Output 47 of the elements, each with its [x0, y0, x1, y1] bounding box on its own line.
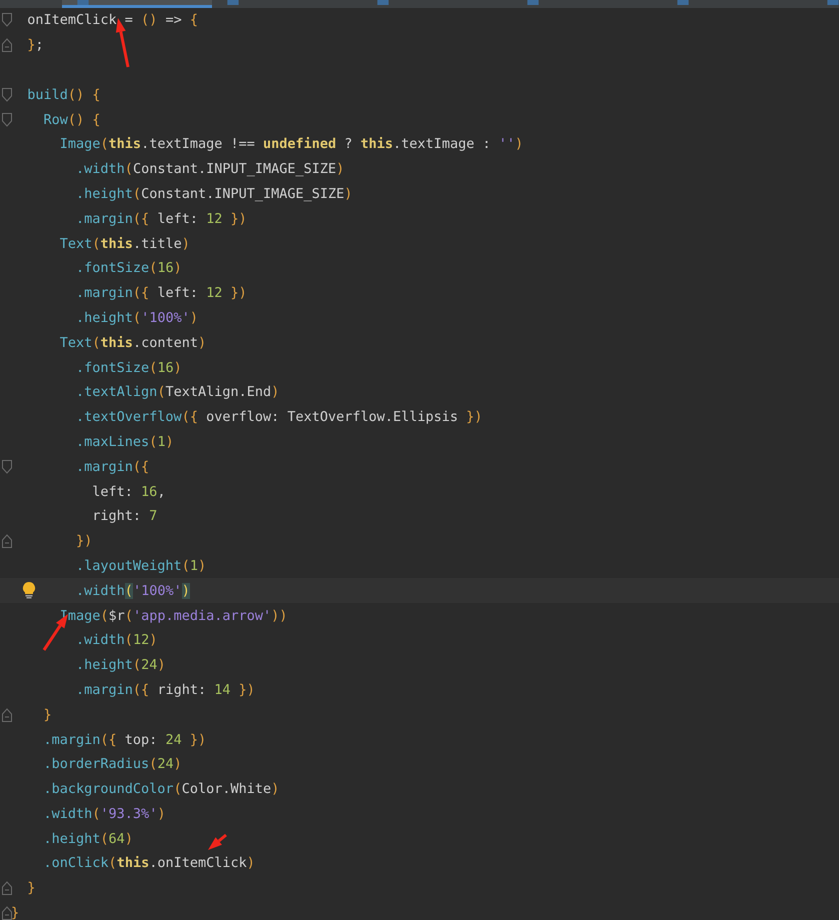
- code-line: .width('93.3%'): [42, 804, 166, 823]
- code-line: }): [75, 532, 92, 550]
- fold-icon[interactable]: [2, 88, 12, 102]
- code-line: .height('100%'): [75, 308, 198, 327]
- code-line: .width(12): [75, 631, 158, 650]
- fold-icon[interactable]: [2, 38, 12, 52]
- fold-icon[interactable]: [2, 534, 12, 548]
- code-line: .height(Constant.INPUT_IMAGE_SIZE): [75, 184, 352, 203]
- code-line: Row() {: [42, 110, 100, 129]
- code-line: build() {: [26, 86, 100, 104]
- editor-tab[interactable]: [62, 0, 212, 8]
- code-line: .maxLines(1): [75, 432, 174, 451]
- fold-icon[interactable]: [2, 881, 12, 896]
- code-line: .height(24): [75, 656, 166, 674]
- annotation-arrow: [208, 834, 227, 850]
- code-line: Text(this.title): [58, 234, 190, 253]
- fold-icon[interactable]: [2, 13, 12, 28]
- code-line: .onClick(this.onItemClick): [42, 854, 255, 872]
- code-line: .borderRadius(24): [42, 755, 182, 774]
- fold-icon[interactable]: [2, 112, 12, 127]
- code-line: .layoutWeight(1): [75, 556, 206, 575]
- code-line: .textAlign(TextAlign.End): [75, 383, 280, 402]
- code-line: Image(this.textImage !== undefined ? this.textImage : ''): [58, 135, 524, 154]
- code-line: .fontSize(16): [75, 358, 182, 377]
- code-line: .textOverflow({ overflow: TextOverflow.Ellipsis }): [75, 408, 482, 426]
- code-line: .margin({ left: 12 }): [75, 210, 247, 228]
- code-line: Text(this.content): [58, 334, 206, 352]
- fold-icon[interactable]: [2, 708, 12, 722]
- code-line: .height(64): [42, 830, 133, 848]
- code-line: .margin({ left: 12 }): [75, 284, 247, 302]
- code-line: .width(Constant.INPUT_IMAGE_SIZE): [75, 160, 344, 178]
- code-line: .fontSize(16): [75, 259, 182, 278]
- code-line: .margin({ top: 24 }): [42, 730, 206, 748]
- fold-icon[interactable]: [2, 906, 12, 920]
- code-line: .margin({: [75, 458, 150, 476]
- code-line: .width('100%'): [75, 582, 190, 600]
- code-line: }: [42, 706, 52, 724]
- code-line: onItemClick = () => {: [26, 11, 198, 30]
- code-line: .margin({ right: 14 }): [75, 680, 255, 699]
- lightbulb-icon[interactable]: [22, 581, 36, 600]
- code-line: };: [26, 36, 44, 54]
- code-line: left: 16,: [91, 482, 166, 501]
- code-line: .backgroundColor(Color.White): [42, 780, 280, 798]
- code-line: }: [11, 904, 20, 920]
- code-line: }: [26, 879, 36, 898]
- fold-icon[interactable]: [2, 460, 12, 474]
- code-line: right: 7: [91, 507, 158, 526]
